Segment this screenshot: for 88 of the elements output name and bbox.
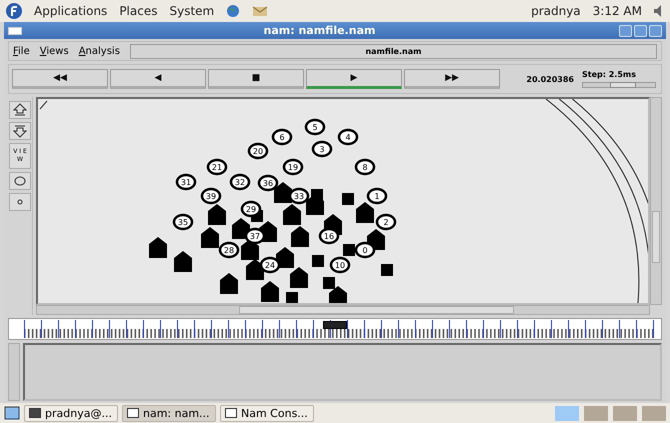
network-node[interactable]: 0 bbox=[354, 242, 376, 258]
vertical-scrollbar[interactable] bbox=[650, 97, 662, 305]
desktop-icon[interactable] bbox=[4, 406, 20, 420]
network-node[interactable]: 19 bbox=[282, 158, 304, 176]
window-icon bbox=[225, 408, 237, 418]
network-node[interactable]: 29 bbox=[240, 200, 262, 218]
globe-icon[interactable] bbox=[226, 4, 240, 18]
network-node[interactable]: 5 bbox=[304, 118, 326, 136]
window-icon bbox=[127, 408, 139, 418]
terminal-icon bbox=[29, 408, 41, 418]
network-node[interactable]: 16 bbox=[318, 228, 340, 244]
zoom-in-button[interactable] bbox=[9, 101, 31, 119]
small-node-button[interactable] bbox=[9, 193, 31, 211]
house-shape[interactable] bbox=[329, 286, 347, 303]
network-node[interactable]: 31 bbox=[176, 174, 196, 190]
taskbar-button[interactable]: Nam Cons... bbox=[220, 404, 314, 422]
distro-logo-icon[interactable] bbox=[6, 3, 22, 19]
close-button[interactable] bbox=[649, 24, 662, 36]
house-shape[interactable] bbox=[174, 251, 192, 272]
speaker-icon[interactable] bbox=[654, 4, 664, 18]
down-arrow-icon bbox=[12, 124, 28, 138]
network-node[interactable]: 28 bbox=[218, 242, 240, 258]
house-shape[interactable] bbox=[261, 281, 279, 302]
network-node[interactable]: 32 bbox=[230, 174, 250, 190]
slider-thumb[interactable] bbox=[610, 82, 636, 88]
network-node[interactable]: 39 bbox=[200, 188, 222, 204]
house-shape[interactable] bbox=[356, 202, 374, 223]
network-node[interactable]: 24 bbox=[260, 256, 280, 274]
time-readout: 20.020386 bbox=[525, 74, 575, 84]
house-shape[interactable] bbox=[149, 237, 167, 258]
clock[interactable]: 3:12 AM bbox=[592, 4, 642, 18]
user-name: pradnya bbox=[531, 4, 581, 18]
network-node[interactable]: 36 bbox=[258, 174, 278, 192]
file-name-field: namfile.nam bbox=[130, 44, 657, 58]
playback-button[interactable]: ▶ bbox=[306, 69, 402, 89]
ellipse-icon bbox=[14, 176, 26, 186]
output-text-area[interactable] bbox=[23, 343, 662, 401]
network-canvas[interactable]: 5 6 4 20 3 21 19 8 31 32 36 39 33 1 29 35 2 37 16 28 0 24 10 bbox=[36, 97, 650, 305]
house-shape[interactable] bbox=[283, 204, 301, 225]
network-node[interactable]: 3 bbox=[312, 140, 332, 158]
panel-menu[interactable]: System bbox=[169, 4, 214, 18]
up-arrow-icon bbox=[12, 103, 28, 117]
panel-menu[interactable]: Places bbox=[119, 4, 158, 18]
timeline-slider[interactable] bbox=[8, 318, 662, 340]
playback-button[interactable]: ▶▶ bbox=[404, 69, 500, 89]
network-node[interactable]: 20 bbox=[248, 142, 268, 160]
house-shape[interactable] bbox=[220, 273, 238, 294]
playback-button[interactable]: ◀ bbox=[110, 69, 206, 89]
network-node[interactable]: 33 bbox=[288, 188, 310, 204]
vertical-scrollbar[interactable] bbox=[8, 343, 20, 401]
network-node[interactable]: 1 bbox=[366, 188, 388, 204]
taskbar-button[interactable]: nam: nam... bbox=[122, 404, 216, 422]
large-node-button[interactable] bbox=[9, 172, 31, 190]
network-node[interactable]: 35 bbox=[172, 214, 194, 230]
network-node[interactable]: 4 bbox=[338, 128, 358, 146]
minimize-button[interactable] bbox=[619, 24, 632, 36]
playback-button[interactable]: ■ bbox=[208, 69, 304, 89]
menu-item[interactable]: Views bbox=[40, 46, 69, 56]
house-shape[interactable] bbox=[291, 226, 309, 247]
playback-button[interactable]: ◀◀ bbox=[12, 69, 108, 89]
network-node[interactable]: 10 bbox=[330, 256, 350, 274]
house-shape[interactable] bbox=[241, 239, 259, 260]
zoom-out-button[interactable] bbox=[9, 122, 31, 140]
house-shape[interactable] bbox=[208, 204, 226, 225]
panel-menu[interactable]: Applications bbox=[34, 4, 108, 18]
house-shape[interactable] bbox=[290, 267, 308, 288]
step-label: Step: 2.5ms bbox=[582, 70, 637, 79]
window-menu-icon[interactable] bbox=[8, 26, 22, 34]
taskbar-button[interactable]: pradnya@... bbox=[24, 404, 118, 422]
corner-line bbox=[40, 100, 48, 110]
network-node[interactable]: 21 bbox=[206, 158, 228, 176]
network-node[interactable]: 8 bbox=[354, 158, 376, 176]
circle-icon bbox=[17, 199, 23, 205]
network-node[interactable]: 6 bbox=[272, 128, 292, 146]
maximize-button[interactable] bbox=[634, 24, 647, 36]
step-slider[interactable] bbox=[582, 82, 656, 88]
menu-item[interactable]: File bbox=[13, 46, 30, 56]
horizontal-scrollbar[interactable] bbox=[36, 305, 650, 315]
network-node[interactable]: 37 bbox=[244, 228, 266, 244]
timeline-thumb[interactable] bbox=[323, 321, 347, 329]
menu-item[interactable]: Analysis bbox=[78, 46, 120, 56]
mail-icon[interactable] bbox=[252, 5, 268, 17]
network-node[interactable]: 2 bbox=[376, 214, 396, 230]
house-shape[interactable] bbox=[276, 247, 294, 268]
house-shape[interactable] bbox=[274, 182, 292, 203]
house-shape[interactable] bbox=[246, 259, 264, 280]
house-shape[interactable] bbox=[201, 227, 219, 248]
window-title: nam: namfile.nam bbox=[262, 24, 376, 37]
